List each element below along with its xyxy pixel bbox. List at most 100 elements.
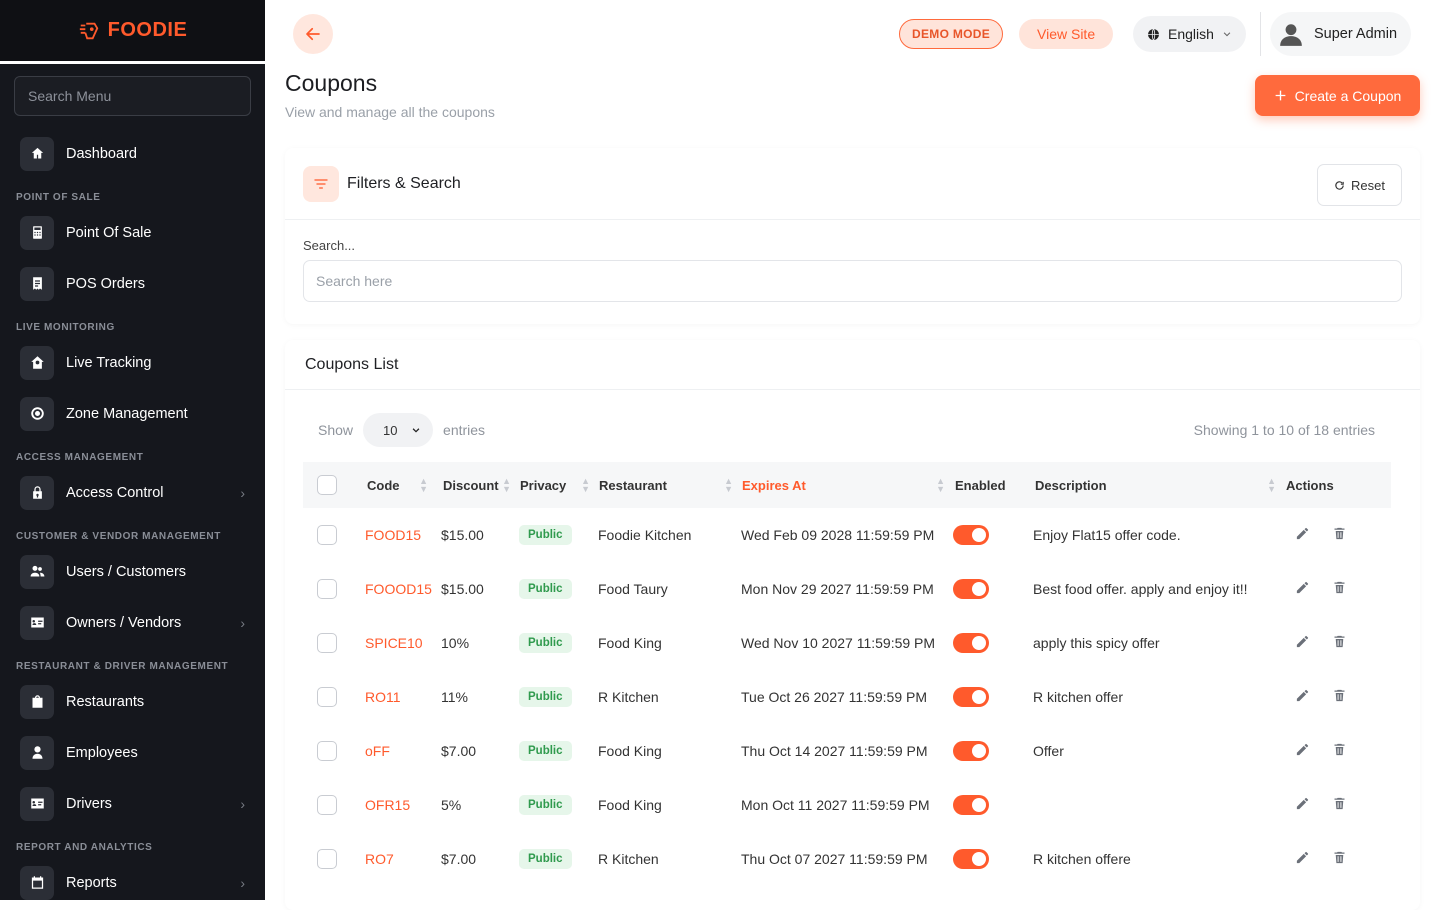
sidebar-item-zone-management[interactable]: Zone Management (0, 388, 265, 439)
logo[interactable]: FOODIE (0, 0, 265, 64)
actions-cell (1284, 670, 1391, 724)
delete-icon[interactable] (1332, 526, 1347, 544)
sidebar-item-owners-vendors[interactable]: Owners / Vendors › (0, 597, 265, 648)
demo-mode-badge: DEMO MODE (899, 19, 1003, 49)
chevron-right-icon: › (240, 796, 245, 812)
column-header-code[interactable]: Code▲▼ (349, 462, 436, 508)
select-all-checkbox[interactable] (317, 475, 337, 495)
sort-icon: ▲▼ (502, 477, 511, 493)
enabled-toggle[interactable] (953, 795, 989, 815)
row-checkbox[interactable] (317, 795, 337, 815)
enabled-toggle[interactable] (953, 579, 989, 599)
row-checkbox[interactable] (317, 849, 337, 869)
delete-icon[interactable] (1332, 850, 1347, 868)
column-header-actions: Actions (1284, 462, 1391, 508)
divider (1260, 12, 1261, 56)
create-coupon-label: Create a Coupon (1295, 88, 1402, 104)
sidebar-item-dashboard[interactable]: Dashboard (0, 128, 265, 179)
sidebar-item-access-control[interactable]: Access Control› (0, 467, 265, 518)
delete-icon[interactable] (1332, 580, 1347, 598)
entries-label: entries (443, 422, 485, 438)
sidebar-item-label: Owners / Vendors (66, 615, 181, 631)
code-cell: FOOD15 (349, 508, 436, 562)
sidebar-search-input[interactable]: Search Menu (14, 76, 251, 116)
discount-text: 11% (441, 689, 468, 705)
row-checkbox[interactable] (317, 579, 337, 599)
chevron-right-icon: › (240, 485, 245, 501)
code-text: OFR15 (365, 797, 410, 813)
sidebar-item-label: POS Orders (66, 276, 145, 292)
table-row: OFR155%PublicFood KingMon Oct 11 2027 11… (303, 778, 1391, 832)
coupons-list-card: Coupons List Show 10 entries Showing 1 t… (285, 340, 1420, 910)
description-cell: Enjoy Flat15 offer code. (1033, 508, 1284, 562)
showing-entries-text: Showing 1 to 10 of 18 entries (1194, 422, 1375, 438)
delete-icon[interactable] (1332, 796, 1347, 814)
sidebar-item-drivers[interactable]: Drivers› (0, 778, 265, 829)
sidebar-item-pos-orders[interactable]: POS Orders (0, 258, 265, 309)
restaurant-text: Food King (598, 743, 662, 759)
edit-icon[interactable] (1295, 580, 1310, 598)
edit-icon[interactable] (1295, 526, 1310, 544)
page-title: Coupons (285, 70, 377, 97)
restaurant-cell: Foodie Kitchen (598, 508, 741, 562)
select-cell (303, 670, 349, 724)
sidebar-item-label: Live Tracking (66, 355, 151, 371)
sidebar-item-reports[interactable]: Reports› (0, 857, 265, 900)
language-select[interactable]: English (1133, 16, 1246, 52)
row-checkbox[interactable] (317, 525, 337, 545)
enabled-toggle[interactable] (953, 741, 989, 761)
show-label: Show (318, 422, 353, 438)
enabled-toggle[interactable] (953, 525, 989, 545)
column-header-restaurant[interactable]: Restaurant▲▼ (598, 462, 741, 508)
column-header-discount[interactable]: Discount▲▼ (436, 462, 519, 508)
select-cell (303, 562, 349, 616)
discount-text: $15.00 (441, 581, 484, 597)
privacy-badge: Public (519, 687, 572, 707)
edit-icon[interactable] (1295, 796, 1310, 814)
reset-button[interactable]: Reset (1317, 164, 1402, 206)
user-menu[interactable]: Super Admin (1270, 12, 1411, 56)
column-header-privacy[interactable]: Privacy▲▼ (519, 462, 598, 508)
sidebar-item-employees[interactable]: Employees (0, 727, 265, 778)
sidebar-item-label: Restaurants (66, 694, 144, 710)
privacy-cell: Public (519, 508, 598, 562)
enabled-toggle[interactable] (953, 687, 989, 707)
column-header-expires-at[interactable]: Expires At▲▼ (741, 462, 953, 508)
sidebar-item-restaurants[interactable]: Restaurants (0, 676, 265, 727)
edit-icon[interactable] (1295, 742, 1310, 760)
edit-icon[interactable] (1295, 850, 1310, 868)
column-header-description[interactable]: Description▲▼ (1033, 462, 1284, 508)
sidebar-item-users-customers[interactable]: Users / Customers (0, 546, 265, 597)
enabled-toggle[interactable] (953, 633, 989, 653)
row-checkbox[interactable] (317, 687, 337, 707)
view-site-button[interactable]: View Site (1019, 19, 1113, 49)
delete-icon[interactable] (1332, 688, 1347, 706)
globe-icon (1147, 28, 1160, 41)
actions-cell (1284, 778, 1391, 832)
list-title: Coupons List (285, 340, 1420, 390)
chevron-right-icon: › (240, 615, 245, 631)
delete-icon[interactable] (1332, 634, 1347, 652)
edit-icon[interactable] (1295, 634, 1310, 652)
restaurant-text: R Kitchen (598, 689, 659, 705)
expires-cell: Mon Nov 29 2027 11:59:59 PM (741, 562, 953, 616)
sidebar-item-point-of-sale[interactable]: Point Of Sale (0, 207, 265, 258)
logo-icon (78, 20, 100, 42)
sidebar-item-live-tracking[interactable]: Live Tracking (0, 337, 265, 388)
page-subtitle: View and manage all the coupons (285, 104, 495, 120)
enabled-toggle[interactable] (953, 849, 989, 869)
row-checkbox[interactable] (317, 741, 337, 761)
sidebar-item-label: Point Of Sale (66, 225, 151, 241)
id-card-icon (20, 787, 54, 821)
search-input[interactable] (303, 260, 1402, 302)
expires-text: Mon Oct 11 2027 11:59:59 PM (741, 797, 930, 813)
discount-cell: 10% (436, 616, 519, 670)
page-size-select[interactable]: 10 (363, 413, 433, 447)
create-coupon-button[interactable]: Create a Coupon (1255, 75, 1420, 116)
restaurant-text: Foodie Kitchen (598, 527, 691, 543)
expires-text: Tue Oct 26 2027 11:59:59 PM (741, 689, 927, 705)
edit-icon[interactable] (1295, 688, 1310, 706)
row-checkbox[interactable] (317, 633, 337, 653)
delete-icon[interactable] (1332, 742, 1347, 760)
back-button[interactable] (293, 14, 333, 54)
